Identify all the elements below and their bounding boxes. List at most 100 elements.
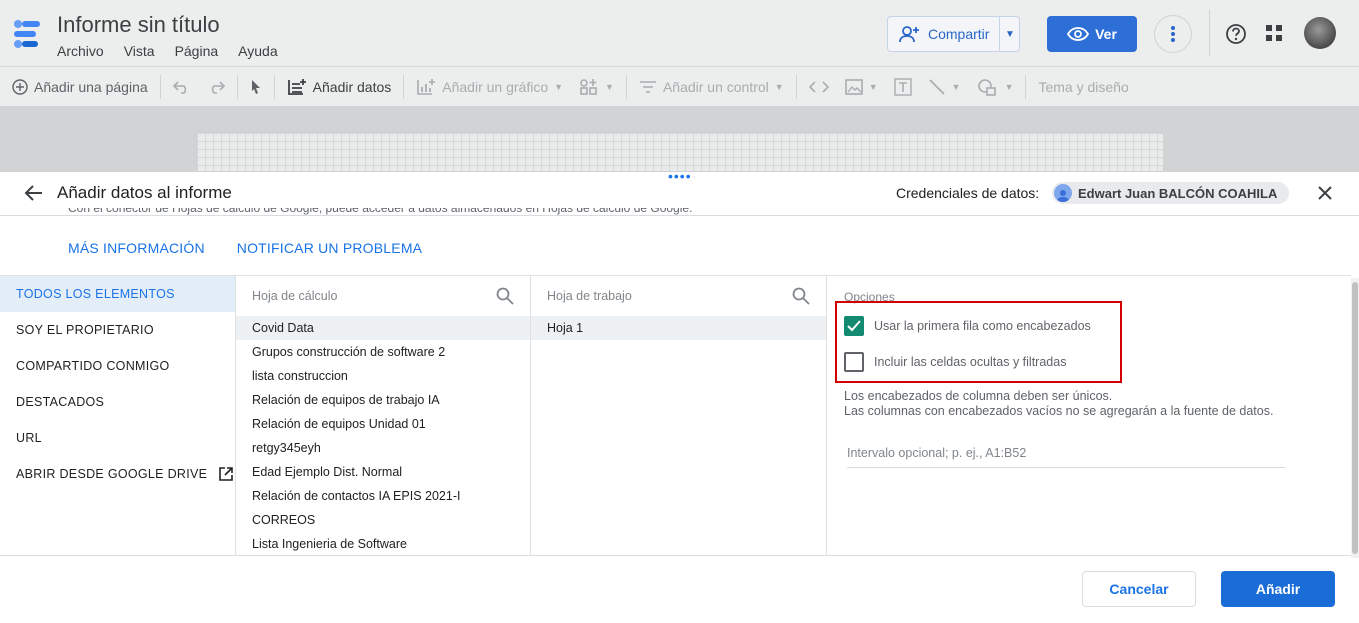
sidebar-item-owned[interactable]: SOY EL PROPIETARIO [0,312,235,348]
chevron-down-icon: ▼ [605,81,614,92]
add-chart-button[interactable]: Añadir un gráfico ▼ [408,78,571,96]
theme-label: Tema y diseño [1038,78,1129,95]
connector-description: Con el conector de Hojas de cálculo de G… [68,208,693,215]
report-problem-link[interactable]: NOTIFICAR UN PROBLEMA [237,240,422,256]
more-vert-icon [1171,26,1175,42]
spreadsheet-item[interactable]: Lista Ingenieria de Software [236,532,530,556]
check-icon [847,320,861,332]
add-button[interactable]: Añadir [1221,571,1335,607]
image-button[interactable]: ▼ [837,78,886,95]
checkbox-unchecked[interactable] [844,352,864,372]
code-icon [808,80,829,93]
apps-icon[interactable] [1265,24,1283,42]
doc-title[interactable]: Informe sin título [57,12,220,38]
range-input[interactable]: Intervalo opcional; p. ej., A1:B52 [847,446,1285,468]
spreadsheet-item[interactable]: Grupos construcción de software 2 [236,340,530,364]
note-line: Las columnas con encabezados vacíos no s… [844,404,1274,418]
open-in-new-icon [219,467,234,481]
spreadsheet-item[interactable]: Covid Data [236,316,530,340]
undo-button[interactable] [165,80,199,94]
chevron-down-icon: ▼ [951,81,961,92]
credentials-label: Credenciales de datos: [896,185,1040,201]
share-label: Compartir [928,26,990,42]
scrollbar[interactable] [1351,278,1359,558]
spreadsheet-item[interactable]: Relación de contactos IA EPIS 2021-I [236,484,530,508]
menu-vista[interactable]: Vista [124,43,155,59]
view-label: Ver [1095,26,1117,42]
spreadsheet-item[interactable]: retgy345eyh [236,436,530,460]
redo-button[interactable] [199,80,233,94]
option-include-hidden-row[interactable]: Incluir las celdas ocultas y filtradas [844,352,1066,372]
checkbox-checked[interactable] [844,316,864,336]
scrollbar-thumb[interactable] [1352,282,1358,554]
divider [625,74,627,99]
sidebar-item-all[interactable]: TODOS LOS ELEMENTOS [0,276,235,312]
divider [795,74,797,99]
more-options-button[interactable] [1154,15,1192,53]
shapes-icon [977,78,996,96]
add-data-button[interactable]: Añadir datos [279,78,400,96]
credentials-chip[interactable]: Edwart Juan BALCÓN COAHILA [1052,182,1290,204]
url-embed-button[interactable] [801,80,837,94]
cursor-icon [251,79,260,94]
menu-archivo[interactable]: Archivo [57,43,104,59]
worksheet-item[interactable]: Hoja 1 [531,316,826,340]
search-icon[interactable] [496,287,514,305]
picker-content: TODOS LOS ELEMENTOS SOY EL PROPIETARIO C… [0,275,1351,556]
back-arrow-icon[interactable] [24,184,44,202]
share-button[interactable]: Compartir [888,17,999,51]
sidebar-item-shared[interactable]: COMPARTIDO CONMIGO [0,348,235,384]
worksheet-header-label: Hoja de trabajo [547,289,632,303]
cancel-button[interactable]: Cancelar [1082,571,1196,607]
line-button[interactable]: ▼ [920,78,969,96]
select-tool-button[interactable] [242,79,270,95]
search-icon[interactable] [792,287,810,305]
text-button[interactable] [886,77,920,96]
image-icon [844,78,863,95]
sidebar-item-starred[interactable]: DESTACADOS [0,384,235,420]
share-group: Compartir ▼ [887,16,1021,52]
report-page [196,132,1164,172]
add-page-button[interactable]: Añadir una página [0,79,156,95]
spreadsheet-item[interactable]: CORREOS [236,508,530,532]
options-column: Opciones Usar la primera fila como encab… [826,276,1351,556]
line-icon [929,78,945,95]
view-button[interactable]: Ver [1047,16,1137,52]
options-note: Los encabezados de columna deben ser úni… [844,389,1273,419]
divider [273,74,275,99]
add-chart-icon [417,78,436,95]
chevron-down-icon: ▼ [554,81,564,92]
credentials-user: Edwart Juan BALCÓN COAHILA [1078,185,1278,201]
community-viz-button[interactable]: ▼ [571,78,622,96]
more-info-link[interactable]: MÁS INFORMACIÓN [68,240,205,256]
user-avatar[interactable] [1304,17,1336,49]
share-dropdown-icon[interactable]: ▼ [999,17,1019,51]
filter-icon [639,80,656,93]
close-icon[interactable] [1316,184,1334,202]
theme-button[interactable]: Tema y diseño [1030,79,1136,95]
menu-bar: Archivo Vista Página Ayuda [57,43,278,59]
panel-title: Añadir datos al informe [57,183,232,202]
spreadsheet-item[interactable]: Relación de equipos Unidad 01 [236,412,530,436]
add-control-button[interactable]: Añadir un control ▼ [631,79,792,95]
shape-button[interactable]: ▼ [969,78,1022,96]
redo-icon [211,80,225,94]
sidebar-item-url[interactable]: URL [0,420,235,456]
community-viz-icon [580,78,597,95]
sidebar-item-drive[interactable]: ABRIR DESDE GOOGLE DRIVE [0,456,235,492]
drag-handle-icon[interactable]: •••• [668,169,692,183]
divider [1025,74,1027,99]
spreadsheet-item[interactable]: Relación de equipos de trabajo IA [236,388,530,412]
spreadsheet-item[interactable]: Edad Ejemplo Dist. Normal [236,460,530,484]
person-icon [1054,184,1072,202]
add-data-label: Añadir datos [312,78,392,95]
menu-pagina[interactable]: Página [175,43,219,59]
menu-ayuda[interactable]: Ayuda [238,43,277,59]
option-use-header-row[interactable]: Usar la primera fila como encabezados [844,316,1091,336]
undo-icon [172,80,186,94]
app-bar: Informe sin título Archivo Vista Página … [0,0,1359,66]
report-canvas-area [0,106,1359,172]
source-sidebar: TODOS LOS ELEMENTOS SOY EL PROPIETARIO C… [0,276,235,556]
help-icon[interactable] [1225,23,1247,45]
spreadsheet-item[interactable]: lista construccion [236,364,530,388]
